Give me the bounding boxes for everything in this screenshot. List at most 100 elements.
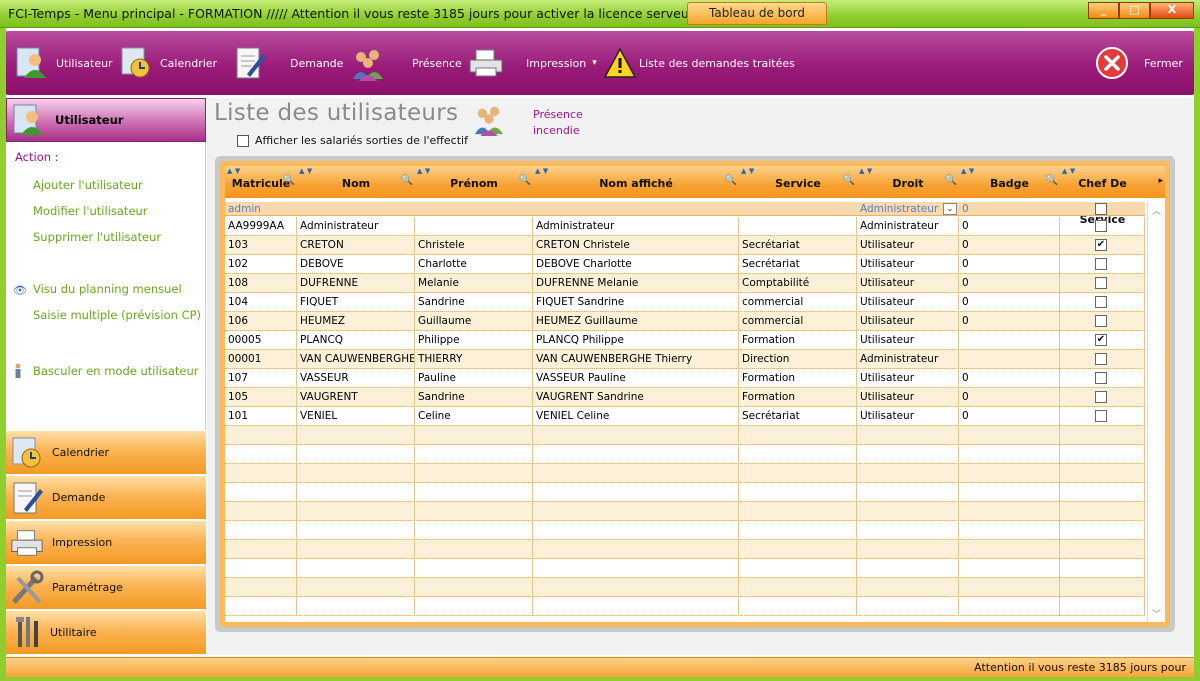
chef-de-service-checkbox[interactable]: [1095, 296, 1107, 308]
show-left-employees-checkbox[interactable]: [237, 134, 249, 147]
table-row[interactable]: 00005 PLANCQ Philippe PLANCQ Philippe Format…: [225, 331, 1145, 350]
sidebar-item-utilisateur[interactable]: Utilisateur: [6, 98, 206, 142]
cell-nom: DEBOVE: [297, 255, 415, 274]
sort-icon[interactable]: ▲ ▼: [961, 167, 974, 175]
filter-chef-checkbox[interactable]: [1095, 203, 1107, 215]
table-row[interactable]: 103 CRETON Christele CRETON Christele Secrét…: [225, 236, 1145, 255]
search-icon[interactable]: 🔍: [945, 176, 957, 186]
ribbon-utilisateur[interactable]: Utilisateur: [14, 31, 113, 95]
table-row[interactable]: 107 VASSEUR Pauline VASSEUR Pauline Formatio…: [225, 369, 1145, 388]
column-header-droit[interactable]: ▲ ▼ Droit 🔍: [857, 166, 959, 198]
show-left-employees-option[interactable]: Afficher les salariés sorties de l'effec…: [237, 134, 468, 147]
sort-icon[interactable]: ▲ ▼: [227, 167, 240, 175]
chef-de-service-checkbox[interactable]: [1095, 258, 1107, 270]
dropdown-arrow-icon[interactable]: ▾: [592, 58, 597, 68]
search-icon[interactable]: 🔍: [283, 176, 295, 186]
chevron-down-icon[interactable]: ⌄: [943, 203, 957, 215]
filter-droit[interactable]: Administrateur ⌄: [857, 202, 959, 216]
scroll-up-icon[interactable]: ︿: [1152, 204, 1161, 217]
sidebar-item-impression[interactable]: Impression: [6, 520, 206, 564]
table-row[interactable]: [225, 502, 1145, 521]
table-row[interactable]: 106 HEUMEZ Guillaume HEUMEZ Guillaume commer…: [225, 312, 1145, 331]
table-row[interactable]: [225, 540, 1145, 559]
table-row[interactable]: [225, 578, 1145, 597]
cell-badge: [959, 350, 1060, 369]
column-header-prenom[interactable]: ▲ ▼ Prénom 🔍: [415, 166, 533, 198]
table-row[interactable]: 104 FIQUET Sandrine FIQUET Sandrine commerci…: [225, 293, 1145, 312]
column-header-service[interactable]: ▲ ▼ Service 🔍: [739, 166, 857, 198]
chef-de-service-checkbox[interactable]: ✔: [1095, 239, 1107, 251]
chef-de-service-checkbox[interactable]: [1095, 220, 1107, 232]
action-basculer-mode-utilisateur[interactable]: Basculer en mode utilisateur: [33, 364, 199, 378]
ribbon-demande[interactable]: Demande: [232, 31, 343, 95]
ribbon-presence[interactable]: Présence: [350, 31, 462, 95]
presence-incendie-link[interactable]: Présence incendie: [533, 107, 593, 139]
column-header-nom[interactable]: ▲ ▼ Nom 🔍: [297, 166, 415, 198]
sort-icon[interactable]: ▲ ▼: [1062, 167, 1075, 175]
column-header-nom-affiche[interactable]: ▲ ▼ Nom affiché 🔍: [533, 166, 739, 198]
chef-de-service-checkbox[interactable]: [1095, 391, 1107, 403]
filter-matricule[interactable]: admin: [225, 202, 297, 216]
vertical-scrollbar[interactable]: ︿ ﹀: [1147, 202, 1165, 622]
sort-icon[interactable]: ▲ ▼: [535, 167, 548, 175]
table-row[interactable]: [225, 521, 1145, 540]
sidebar-item-utilitaire[interactable]: Utilitaire: [6, 610, 206, 654]
sort-icon[interactable]: ▲ ▼: [417, 167, 430, 175]
table-row[interactable]: 101 VENIEL Celine VENIEL Celine Secrétariat U…: [225, 407, 1145, 426]
table-row[interactable]: [225, 597, 1145, 616]
tab-tableau-de-bord[interactable]: Tableau de bord: [687, 2, 827, 25]
scroll-right-icon[interactable]: ▸: [1158, 176, 1163, 186]
cell-nom: [297, 445, 415, 464]
table-row[interactable]: [225, 559, 1145, 578]
sidebar-item-calendrier[interactable]: Calendrier: [6, 430, 206, 474]
action-saisie-multiple[interactable]: Saisie multiple (prévision CP): [33, 308, 201, 322]
table-row[interactable]: 105 VAUGRENT Sandrine VAUGRENT Sandrine Form…: [225, 388, 1145, 407]
group-icon[interactable]: [469, 102, 509, 136]
table-row[interactable]: [225, 445, 1145, 464]
chef-de-service-checkbox[interactable]: ✔: [1095, 334, 1107, 346]
minimize-button[interactable]: _: [1088, 2, 1119, 19]
table-row[interactable]: 108 DUFRENNE Melanie DUFRENNE Melanie Compta…: [225, 274, 1145, 293]
sidebar-item-parametrage[interactable]: Paramétrage: [6, 565, 206, 609]
search-icon[interactable]: 🔍: [843, 176, 855, 186]
cell-badge: [959, 521, 1060, 540]
table-row[interactable]: 102 DEBOVE Charlotte DEBOVE Charlotte Secrét…: [225, 255, 1145, 274]
chef-de-service-checkbox[interactable]: [1095, 353, 1107, 365]
search-icon[interactable]: 🔍: [401, 176, 413, 186]
chef-de-service-checkbox[interactable]: [1095, 277, 1107, 289]
table-row[interactable]: AA9999AA Administrateur Administrateur Admi…: [225, 217, 1145, 236]
table-row[interactable]: [225, 464, 1145, 483]
maximize-button[interactable]: □: [1119, 2, 1150, 19]
search-icon[interactable]: 🔍: [1046, 176, 1058, 186]
close-window-button[interactable]: X: [1150, 2, 1194, 19]
chef-de-service-checkbox[interactable]: [1095, 315, 1107, 327]
cell-chef-de-service: [1060, 521, 1145, 540]
action-visu-planning[interactable]: Visu du planning mensuel: [33, 282, 182, 296]
filter-badge[interactable]: 0: [959, 202, 1059, 216]
table-row[interactable]: 00001 VAN CAUWENBERGHE THIERRY VAN CAUWENBE…: [225, 350, 1145, 369]
chef-de-service-checkbox[interactable]: [1095, 410, 1107, 422]
ribbon-calendrier[interactable]: Calendrier: [118, 31, 217, 95]
sidebar-item-demande[interactable]: Demande: [6, 475, 206, 519]
table-row[interactable]: [225, 426, 1145, 445]
table-row[interactable]: [225, 483, 1145, 502]
scroll-down-icon[interactable]: ﹀: [1152, 607, 1161, 620]
chef-de-service-checkbox[interactable]: [1095, 372, 1107, 384]
search-icon[interactable]: 🔍: [725, 176, 737, 186]
sort-icon[interactable]: ▲ ▼: [859, 167, 872, 175]
sort-icon[interactable]: ▲ ▼: [741, 167, 754, 175]
sort-icon[interactable]: ▲ ▼: [299, 167, 312, 175]
ribbon-impression[interactable]: Impression ▾: [468, 31, 597, 95]
action-supprimer-utilisateur[interactable]: Supprimer l'utilisateur: [33, 230, 161, 244]
fermer-button[interactable]: Fermer: [1094, 31, 1183, 95]
action-ajouter-utilisateur[interactable]: Ajouter l'utilisateur: [33, 178, 143, 192]
column-header-badge[interactable]: ▲ ▼ Badge 🔍: [959, 166, 1060, 198]
cell-droit: Utilisateur: [857, 293, 959, 312]
search-icon[interactable]: 🔍: [519, 176, 531, 186]
column-header-chef-de-service[interactable]: ▲ ▼Chef De Service: [1060, 166, 1145, 226]
action-modifier-utilisateur[interactable]: Modifier l'utilisateur: [33, 204, 148, 218]
ribbon-liste-demandes-traitees[interactable]: Liste des demandes traitées: [602, 31, 795, 95]
column-header-matricule[interactable]: ▲ ▼ Matricule 🔍: [225, 166, 297, 198]
printer-icon: [10, 528, 44, 558]
table-filter-row[interactable]: admin Administrateur ⌄ 0: [225, 202, 1145, 216]
